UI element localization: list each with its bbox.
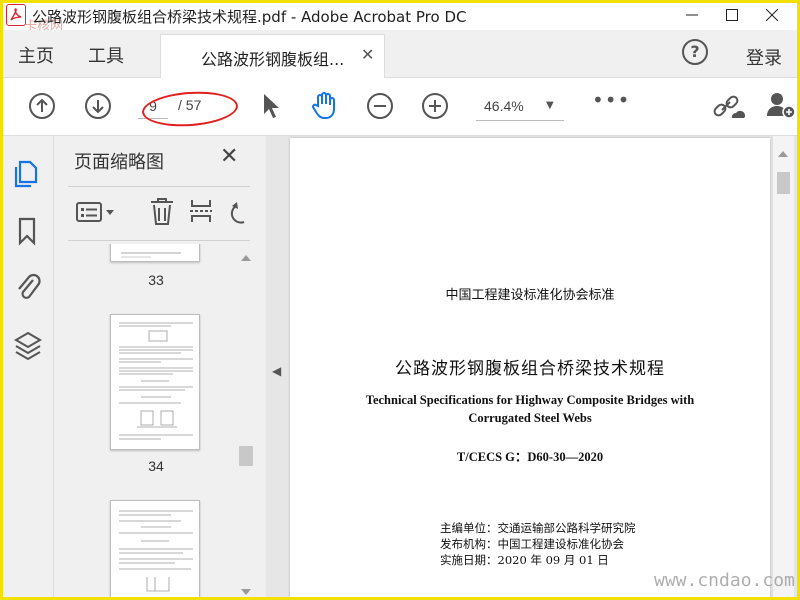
page-thumbnail[interactable] — [110, 314, 200, 450]
publisher: 发布机构：中国工程建设标准化协会 — [440, 537, 624, 551]
insert-page-icon[interactable] — [188, 196, 216, 226]
tab-home[interactable]: 主页 — [18, 42, 54, 68]
tab-tools[interactable]: 工具 — [88, 42, 124, 68]
rotate-page-icon[interactable] — [228, 198, 250, 226]
tab-document[interactable]: 公路波形钢腹板组... ✕ — [160, 34, 385, 78]
panel-title: 页面缩略图 — [74, 152, 164, 173]
attachments-icon[interactable] — [14, 270, 42, 302]
page-thumbnail[interactable] — [110, 500, 200, 600]
watermark-bottom: www.cndao.com — [654, 570, 795, 591]
tab-close-icon[interactable]: ✕ — [361, 45, 374, 64]
thumbnail-page-number: 33 — [148, 272, 164, 288]
thumbnail-list: 33 34 — [68, 244, 236, 600]
share-link-icon[interactable] — [712, 92, 746, 122]
scroll-up-icon[interactable] — [241, 254, 251, 262]
next-page-icon[interactable] — [84, 92, 112, 120]
acrobat-app-icon — [6, 4, 26, 26]
divider — [68, 186, 250, 187]
effective-date: 实施日期：2020 年 09 月 01 日 — [440, 553, 609, 567]
zoom-out-icon[interactable] — [366, 92, 394, 120]
tab-bar: 主页 工具 公路波形钢腹板组... ✕ ? 登录 — [0, 30, 800, 78]
hand-tool-icon[interactable] — [310, 90, 340, 120]
collapse-panel-icon[interactable]: ◀ — [272, 364, 281, 378]
scroll-up-icon[interactable] — [778, 150, 788, 158]
zoom-value: 46.4% — [484, 98, 524, 114]
tab-document-label: 公路波形钢腹板组... — [201, 50, 345, 69]
title-bar: 卡核网 公路波形钢腹板组合桥梁技术规程.pdf - Adobe Acrobat … — [0, 0, 800, 34]
standard-code: T/CECS G：D60-30—2020 — [456, 450, 604, 464]
document-title-en-line2: Corrugated Steel Webs — [468, 411, 592, 425]
thumbnail-scrollbar-thumb[interactable] — [239, 446, 253, 466]
thumbnail-scrollbar[interactable] — [238, 248, 254, 600]
help-icon[interactable]: ? — [682, 39, 708, 65]
document-scrollbar-thumb[interactable] — [777, 172, 790, 194]
thumbnail-page-number: 34 — [148, 458, 164, 474]
pdf-page: 中国工程建设标准化协会标准 公路波形钢腹板组合桥梁技术规程 Technical … — [290, 138, 770, 600]
window-title: 公路波形钢腹板组合桥梁技术规程.pdf - Adobe Acrobat Pro … — [32, 8, 467, 26]
delete-page-icon[interactable] — [148, 196, 176, 226]
previous-page-icon[interactable] — [28, 92, 56, 120]
zoom-select[interactable]: 46.4% ▼ — [476, 92, 564, 121]
page-thumbnails-icon[interactable] — [14, 158, 42, 188]
thumbnail-panel: 页面缩略图 ✕ 33 34 — [54, 136, 266, 600]
editor-unit: 主编单位：交通运输部公路科学研究院 — [440, 521, 636, 535]
zoom-in-icon[interactable] — [421, 92, 449, 120]
minimize-button[interactable] — [672, 0, 712, 30]
document-title-en-line1: Technical Specifications for Highway Com… — [365, 393, 695, 407]
divider — [68, 240, 250, 241]
panel-close-icon[interactable]: ✕ — [220, 144, 238, 169]
standard-association: 中国工程建设标准化协会标准 — [445, 288, 615, 303]
thumbnail-options-icon[interactable] — [76, 200, 120, 224]
add-user-icon[interactable] — [766, 90, 796, 120]
document-scrollbar[interactable] — [772, 136, 794, 600]
page-thumbnail[interactable] — [110, 244, 200, 262]
select-cursor-icon[interactable] — [260, 92, 282, 120]
chevron-down-icon: ▼ — [546, 100, 554, 111]
document-title-cn: 公路波形钢腹板组合桥梁技术规程 — [395, 359, 665, 379]
layers-icon[interactable] — [14, 330, 42, 362]
document-area: ◀ 中国工程建设标准化协会标准 公路波形钢腹板组合桥梁技术规程 Technica… — [266, 136, 800, 600]
more-tools-icon[interactable]: ••• — [592, 88, 630, 112]
window-close-button[interactable] — [752, 0, 792, 30]
login-button[interactable]: 登录 — [746, 44, 782, 70]
navigation-rail — [0, 136, 54, 600]
maximize-button[interactable] — [712, 0, 752, 30]
main-toolbar: / 57 46.4% ▼ ••• — [0, 78, 800, 136]
bookmarks-icon[interactable] — [14, 216, 42, 246]
scroll-down-icon[interactable] — [241, 588, 251, 596]
